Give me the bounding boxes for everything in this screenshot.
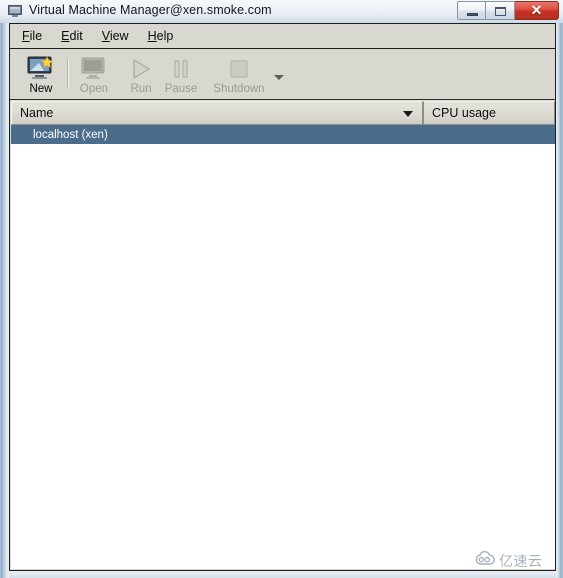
menu-accel-file: F bbox=[22, 29, 30, 43]
screenshot-root: Virtual Machine Manager@xen.smoke.com ✕ … bbox=[0, 0, 563, 578]
menu-accel-view: V bbox=[101, 29, 110, 43]
menu-label-help: elp bbox=[156, 29, 174, 43]
menu-label-edit: dit bbox=[69, 29, 83, 43]
minimize-button[interactable] bbox=[457, 1, 486, 20]
watermark: 亿速云 bbox=[474, 550, 543, 571]
column-header-name-label: Name bbox=[20, 106, 54, 120]
menu-item-view[interactable]: View bbox=[102, 29, 129, 43]
close-icon: ✕ bbox=[530, 2, 543, 18]
title-bar[interactable]: Virtual Machine Manager@xen.smoke.com ✕ bbox=[0, 0, 563, 23]
menu-label-view: iew bbox=[109, 29, 129, 43]
cloud-icon bbox=[474, 550, 496, 571]
minimize-icon bbox=[467, 13, 478, 16]
window-title: Virtual Machine Manager@xen.smoke.com bbox=[29, 3, 272, 17]
client-area: File Edit View Help New Open Run Pause S… bbox=[9, 23, 556, 571]
toolbar-label-shutdown: Shutdown bbox=[213, 83, 265, 95]
menu-label-file: ile bbox=[29, 29, 43, 43]
toolbar-button-shutdown[interactable]: Shutdown bbox=[200, 53, 278, 97]
close-button[interactable]: ✕ bbox=[515, 1, 559, 20]
maximize-icon bbox=[495, 7, 506, 16]
window-frame-left bbox=[0, 0, 9, 578]
shutdown-icon bbox=[200, 55, 278, 82]
list-item[interactable]: localhost (xen) bbox=[11, 125, 555, 144]
window-bottom-edge bbox=[9, 571, 556, 578]
window-frame-right bbox=[556, 0, 563, 578]
column-header-cpu-usage[interactable]: CPU usage bbox=[423, 101, 555, 125]
column-header-cpu-usage-label: CPU usage bbox=[432, 106, 496, 120]
window-controls: ✕ bbox=[457, 1, 559, 21]
menu-item-help[interactable]: Help bbox=[148, 29, 174, 43]
menu-accel-edit: E bbox=[61, 29, 70, 43]
maximize-button[interactable] bbox=[486, 1, 515, 20]
menu-bar: File Edit View Help bbox=[10, 24, 555, 49]
menu-item-edit[interactable]: Edit bbox=[61, 29, 83, 43]
menu-accel-help: H bbox=[147, 29, 157, 43]
watermark-text: 亿速云 bbox=[499, 554, 543, 570]
column-header-name[interactable]: Name bbox=[11, 101, 423, 125]
connection-list[interactable]: localhost (xen) bbox=[11, 125, 555, 569]
application-window: Virtual Machine Manager@xen.smoke.com ✕ … bbox=[0, 0, 563, 578]
sort-descending-icon bbox=[403, 111, 413, 117]
menu-item-file[interactable]: File bbox=[22, 29, 42, 43]
computer-icon bbox=[8, 5, 24, 18]
list-item-label: localhost (xen) bbox=[33, 128, 108, 141]
toolbar: New Open Run Pause Shutdown bbox=[10, 50, 555, 100]
list-column-headers: Name CPU usage bbox=[11, 101, 555, 125]
chevron-down-icon[interactable] bbox=[274, 75, 284, 80]
